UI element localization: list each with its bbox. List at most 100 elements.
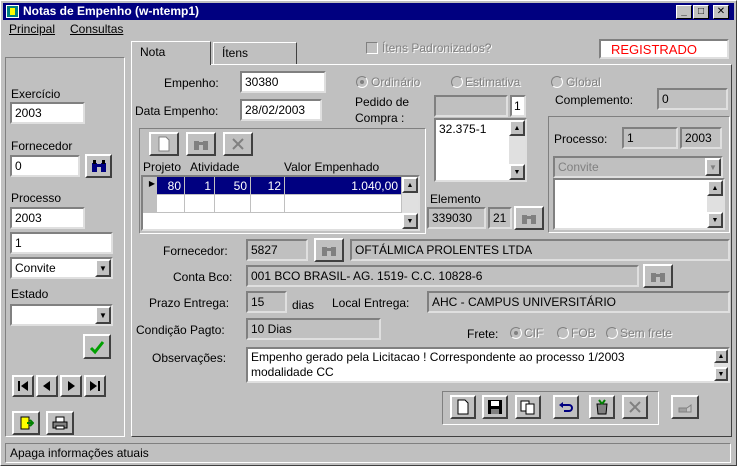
binoculars-icon (194, 141, 208, 150)
condicao-label: Condição Pagto: (136, 323, 225, 337)
fornecedor-search-button[interactable] (85, 154, 112, 178)
scroll-up-icon[interactable]: ▲ (714, 349, 728, 363)
exit-button[interactable] (12, 411, 40, 435)
cell-projeto[interactable]: 80 (157, 177, 185, 195)
conta-input[interactable]: 001 BCO BRASIL- AG. 1519- C.C. 10828-6 (246, 265, 639, 287)
cell-empty[interactable] (157, 195, 185, 213)
fornecedor-name-input[interactable]: OFTÁLMICA PROLENTES LTDA (350, 239, 730, 261)
undo-button[interactable] (553, 395, 579, 419)
main-window: Notas de Empenho (w-ntemp1) _ □ ✕ Princi… (0, 0, 737, 466)
itens-padronizados-checkbox[interactable] (366, 42, 378, 54)
table-row[interactable]: ▶ 80 1 50 12 1.040,00 (143, 177, 418, 195)
search-projeto-button[interactable] (186, 132, 216, 156)
clear-button[interactable] (589, 395, 615, 419)
fornecedor-input[interactable]: 0 (10, 155, 80, 177)
minimize-button[interactable]: _ (676, 5, 692, 19)
projetos-grid[interactable]: ▶ 80 1 50 12 1.040,00 ▲ ▼ (141, 175, 420, 231)
tipo-ordinario-radio[interactable] (356, 76, 368, 88)
tipo-estimativa-radio[interactable] (451, 76, 463, 88)
cell-empty[interactable] (215, 195, 251, 213)
processo-scrollbar[interactable]: ▲ ▼ (707, 180, 723, 228)
observacoes-line2: modalidade CC (251, 365, 334, 379)
previous-record-button[interactable] (36, 375, 58, 397)
pedido-scrollbar[interactable]: ▲ ▼ (509, 120, 525, 180)
observacoes-textarea[interactable]: Empenho gerado pela Licitacao ! Correspo… (246, 347, 730, 383)
elemento-search-button[interactable] (514, 206, 544, 230)
delete-projeto-button[interactable] (223, 132, 253, 156)
observacoes-scrollbar[interactable]: ▲ ▼ (714, 349, 728, 381)
tipo-global-radio[interactable] (551, 76, 563, 88)
processo-year-input[interactable]: 2003 (10, 207, 85, 229)
attach-button[interactable] (671, 395, 699, 419)
first-record-button[interactable] (12, 375, 34, 397)
new-button[interactable] (450, 395, 476, 419)
estado-select[interactable]: ▼ (10, 304, 113, 326)
processo-box-number[interactable]: 1 (622, 127, 678, 149)
scroll-down-icon[interactable]: ▼ (509, 164, 525, 180)
table-row[interactable] (143, 195, 418, 213)
frete-cif-radio[interactable] (510, 327, 522, 339)
new-document-icon (457, 399, 469, 415)
binoculars-icon (322, 247, 336, 256)
tab-itens[interactable]: Ítens (213, 42, 297, 64)
local-label: Local Entrega: (332, 296, 410, 310)
copy-button[interactable] (515, 395, 541, 419)
empenho-input[interactable]: 30380 (240, 71, 326, 93)
floppy-save-icon (488, 400, 502, 414)
scroll-up-icon[interactable]: ▲ (402, 177, 418, 193)
pedido-list[interactable]: 32.375-1 ▲ ▼ (434, 118, 527, 182)
scroll-up-icon[interactable]: ▲ (707, 180, 723, 196)
processo-number-input[interactable]: 1 (10, 232, 113, 254)
cell-atividade[interactable]: 1 (185, 177, 215, 195)
frete-sem-radio[interactable] (606, 327, 618, 339)
prazo-input[interactable]: 15 (246, 291, 287, 313)
last-record-button[interactable] (84, 375, 106, 397)
conta-label: Conta Bco: (173, 270, 233, 284)
scroll-down-icon[interactable]: ▼ (402, 213, 418, 229)
binoculars-icon (522, 215, 536, 224)
check-icon (89, 340, 105, 354)
tab-nota[interactable]: Nota (131, 41, 211, 65)
data-empenho-input[interactable]: 28/02/2003 (240, 99, 322, 121)
local-input[interactable]: AHC - CAMPUS UNIVERSITÁRIO (427, 291, 730, 313)
processo-box-year[interactable]: 2003 (680, 127, 722, 149)
print-button[interactable] (46, 411, 74, 435)
cell-fonte[interactable]: 12 (251, 177, 285, 195)
complemento-input[interactable]: 0 (657, 88, 728, 110)
next-record-button[interactable] (60, 375, 82, 397)
cell-empty[interactable] (285, 195, 402, 213)
projetos-scrollbar[interactable]: ▲ ▼ (402, 177, 418, 229)
scroll-down-icon[interactable]: ▼ (714, 367, 728, 381)
save-button[interactable] (482, 395, 508, 419)
conta-search-button[interactable] (643, 264, 673, 288)
close-button[interactable]: ✕ (713, 5, 729, 19)
chevron-down-icon[interactable]: ▼ (95, 259, 111, 277)
delete-button[interactable] (622, 395, 648, 419)
scroll-up-icon[interactable]: ▲ (509, 120, 525, 136)
maximize-button[interactable]: □ (693, 5, 709, 19)
new-projeto-button[interactable] (149, 132, 179, 156)
row-indicator (143, 195, 157, 213)
status-registrado-field: REGISTRADO (599, 39, 729, 59)
menu-principal[interactable]: Principal (9, 22, 55, 36)
elemento-sub-input[interactable]: 21 (488, 207, 512, 229)
frete-label: Frete: (467, 327, 499, 341)
pedido-list-item[interactable]: 32.375-1 (439, 122, 486, 136)
title-bar: Notas de Empenho (w-ntemp1) _ □ ✕ (3, 3, 734, 20)
scroll-down-icon[interactable]: ▼ (707, 212, 723, 228)
cell-subatividade[interactable]: 50 (215, 177, 251, 195)
cell-valor[interactable]: 1.040,00 (285, 177, 402, 195)
elemento-input[interactable]: 339030 (427, 207, 486, 229)
fornecedor-main-search-button[interactable] (314, 238, 344, 262)
cell-empty[interactable] (185, 195, 215, 213)
frete-fob-radio[interactable] (557, 327, 569, 339)
fornecedor-code-input[interactable]: 5827 (246, 239, 308, 261)
menu-consultas[interactable]: Consultas (70, 22, 123, 36)
chevron-down-icon[interactable]: ▼ (95, 306, 111, 324)
cell-empty[interactable] (251, 195, 285, 213)
processo-list[interactable]: ▲ ▼ (553, 178, 725, 230)
modalidade-select[interactable]: Convite ▼ (10, 257, 113, 279)
condicao-input[interactable]: 10 Dias (246, 318, 381, 340)
confirm-button[interactable] (83, 334, 111, 359)
exercicio-input[interactable]: 2003 (10, 102, 85, 124)
